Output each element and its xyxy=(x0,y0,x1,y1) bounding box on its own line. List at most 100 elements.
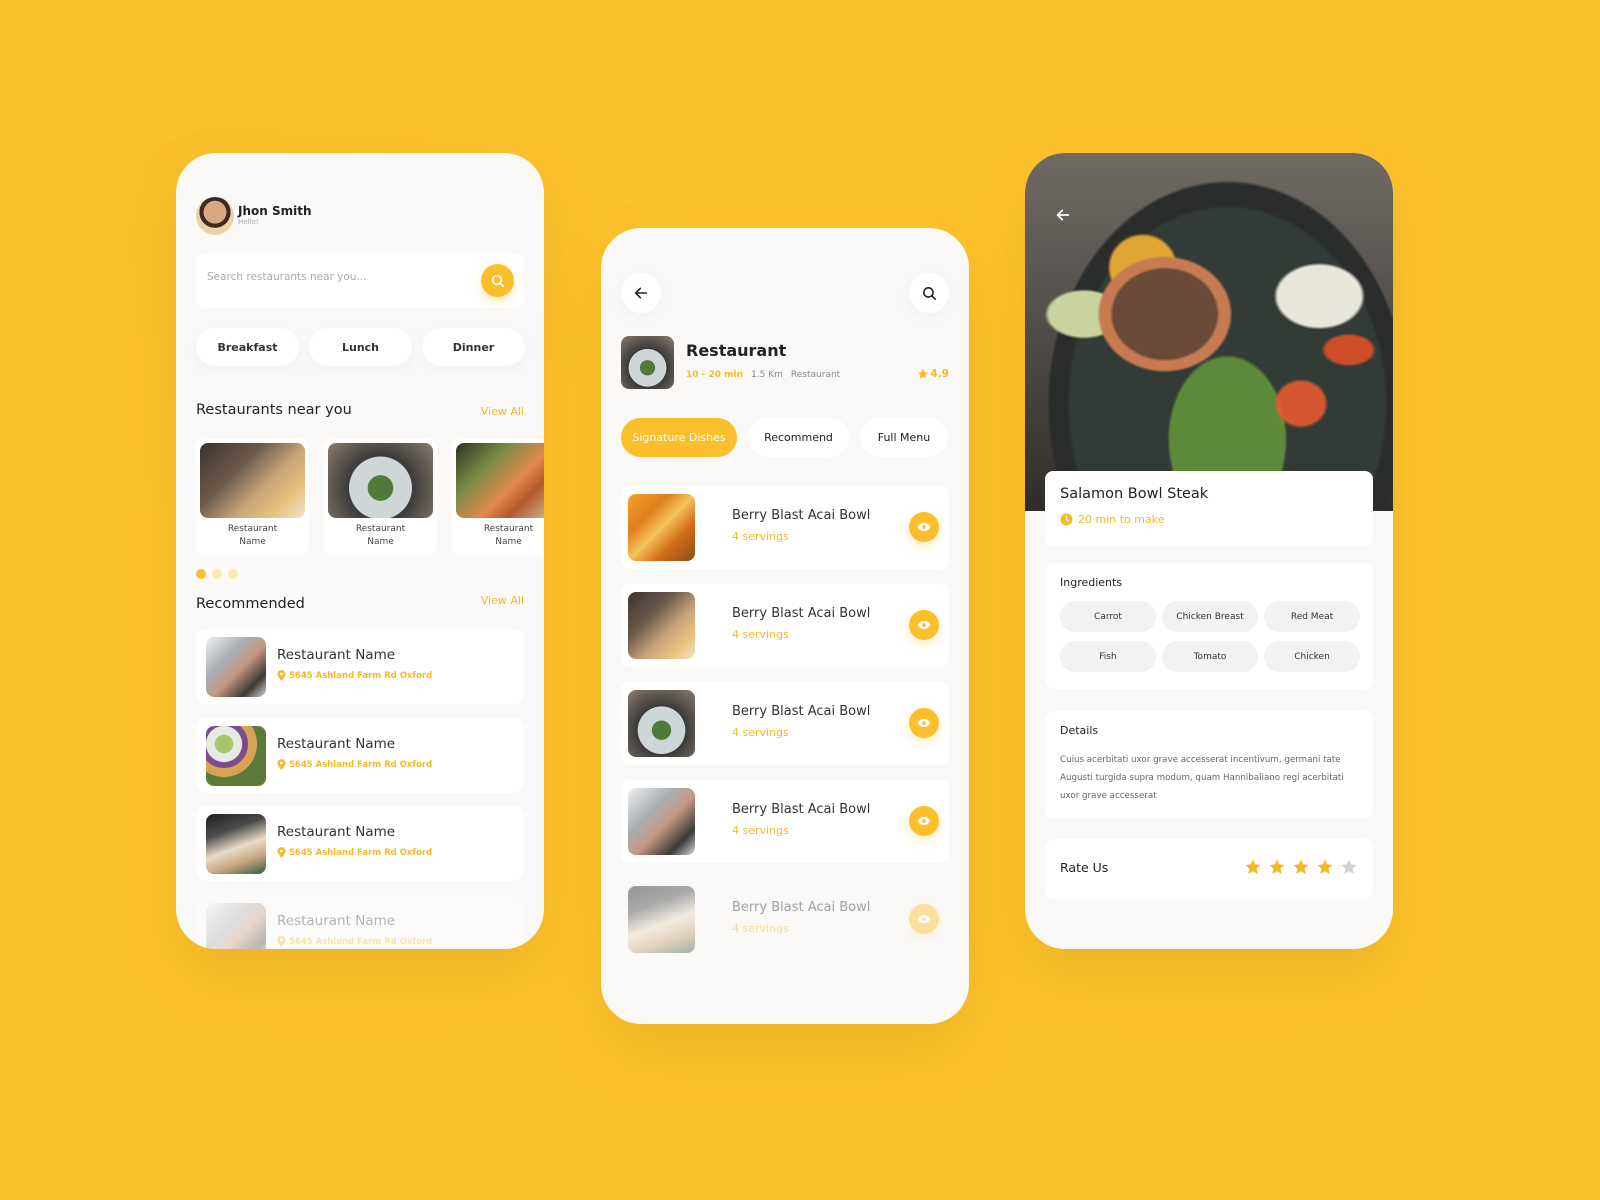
dish-name: Berry Blast Acai Bowl xyxy=(732,802,871,817)
dish-item[interactable]: Berry Blast Acai Bowl 4 servings xyxy=(621,780,949,863)
restaurant-screen: Restaurant 10 - 20 min 1.5 Km Restaurant… xyxy=(601,228,969,1024)
star-filled-icon[interactable] xyxy=(1292,858,1310,876)
dish-name: Berry Blast Acai Bowl xyxy=(732,900,871,915)
dish-image xyxy=(628,788,695,855)
rating: 4.9 xyxy=(917,368,949,380)
carousel-dot-active[interactable] xyxy=(196,569,206,579)
eye-icon xyxy=(917,522,931,532)
dish-image xyxy=(628,690,695,757)
user-greeting: Hello! xyxy=(238,218,259,226)
restaurant-type: Restaurant xyxy=(790,370,841,380)
dish-item[interactable]: Berry Blast Acai Bowl 4 servings xyxy=(621,584,949,667)
dish-item[interactable]: Berry Blast Acai Bowl 4 servings xyxy=(621,682,949,765)
recommended-item[interactable]: Restaurant Name 5645 Ashland Farm Rd Oxf… xyxy=(196,895,524,949)
eye-icon xyxy=(917,620,931,630)
clock-icon xyxy=(1060,513,1073,526)
search-input[interactable] xyxy=(207,271,467,283)
star-filled-icon[interactable] xyxy=(1316,858,1334,876)
tab-signature-dishes[interactable]: Signature Dishes xyxy=(621,418,737,457)
rating-value: 4.9 xyxy=(930,368,949,380)
dish-servings: 4 servings xyxy=(732,922,789,935)
ingredient-chip[interactable]: Carrot xyxy=(1060,601,1156,632)
dish-name: Berry Blast Acai Bowl xyxy=(732,606,871,621)
dish-image xyxy=(628,592,695,659)
dish-title: Salamon Bowl Steak xyxy=(1060,486,1209,502)
dish-item[interactable]: Berry Blast Acai Bowl 4 servings xyxy=(621,486,949,569)
restaurant-address: 5645 Ashland Farm Rd Oxford xyxy=(289,847,433,858)
near-you-title: Restaurants near you xyxy=(196,402,352,418)
star-filled-icon[interactable] xyxy=(1244,858,1262,876)
near-restaurant-card[interactable]: Restaurant Name xyxy=(452,439,544,555)
restaurant-image xyxy=(206,903,266,949)
prep-time: 20 min to make xyxy=(1078,513,1165,526)
home-screen: Jhon Smith Hello! Breakfast Lunch Dinner… xyxy=(176,153,544,949)
ingredient-chip[interactable]: Tomato xyxy=(1162,641,1258,672)
back-button[interactable] xyxy=(1055,207,1071,227)
recommended-item[interactable]: Restaurant Name 5645 Ashland Farm Rd Oxf… xyxy=(196,718,524,793)
dish-servings: 4 servings xyxy=(732,726,789,739)
near-restaurant-card[interactable]: Restaurant Name xyxy=(324,439,437,555)
view-dish-button[interactable] xyxy=(909,806,939,836)
recommended-item[interactable]: Restaurant Name 5645 Ashland Farm Rd Oxf… xyxy=(196,629,524,704)
distance: 1.5 Km xyxy=(751,370,783,380)
ingredient-chip[interactable]: Chicken xyxy=(1264,641,1360,672)
ingredient-chip[interactable]: Fish xyxy=(1060,641,1156,672)
view-dish-button[interactable] xyxy=(909,610,939,640)
restaurant-address: 5645 Ashland Farm Rd Oxford xyxy=(289,936,433,947)
eye-icon xyxy=(917,914,931,924)
dish-image xyxy=(628,886,695,953)
filter-breakfast[interactable]: Breakfast xyxy=(196,328,299,366)
dish-servings: 4 servings xyxy=(732,628,789,641)
restaurant-name: Restaurant Name xyxy=(277,913,396,929)
restaurant-name-line2: Name xyxy=(239,537,266,547)
restaurant-image xyxy=(206,637,266,697)
restaurant-address: 5645 Ashland Farm Rd Oxford xyxy=(289,670,433,681)
details-title: Details xyxy=(1060,724,1099,737)
dish-hero-image xyxy=(1025,153,1393,511)
restaurant-image xyxy=(456,443,544,518)
filter-dinner[interactable]: Dinner xyxy=(422,328,525,366)
restaurant-name: Restaurant Name xyxy=(277,736,396,752)
restaurant-name: Restaurant xyxy=(355,524,406,534)
delivery-time: 10 - 20 min xyxy=(686,370,744,380)
dish-servings: 4 servings xyxy=(732,530,789,543)
user-avatar[interactable] xyxy=(196,197,234,235)
restaurant-image xyxy=(206,726,266,786)
carousel-dot[interactable] xyxy=(212,569,222,579)
near-restaurant-card[interactable]: Restaurant Name xyxy=(196,439,309,555)
view-dish-button[interactable] xyxy=(909,904,939,934)
carousel-dot[interactable] xyxy=(228,569,238,579)
near-you-view-all[interactable]: View All xyxy=(481,405,524,418)
location-pin-icon xyxy=(277,670,286,681)
tab-full-menu[interactable]: Full Menu xyxy=(860,418,948,457)
ingredient-chip[interactable]: Red Meat xyxy=(1264,601,1360,632)
view-dish-button[interactable] xyxy=(909,512,939,542)
search-button[interactable] xyxy=(481,264,514,297)
details-panel: Details Cuius acerbitati uxor grave acce… xyxy=(1045,711,1373,818)
ingredients-title: Ingredients xyxy=(1060,576,1123,589)
restaurant-address: 5645 Ashland Farm Rd Oxford xyxy=(289,759,433,770)
star-empty-icon[interactable] xyxy=(1340,858,1358,876)
restaurant-name: Restaurant xyxy=(483,524,534,534)
recommended-title: Recommended xyxy=(196,596,305,612)
ingredients-panel: Ingredients Carrot Chicken Breast Red Me… xyxy=(1045,563,1373,689)
arrow-left-icon xyxy=(634,287,648,299)
details-text: Cuius acerbitati uxor grave accesserat i… xyxy=(1060,755,1344,801)
restaurant-name: Restaurant Name xyxy=(277,824,396,840)
ingredient-chip[interactable]: Chicken Breast xyxy=(1162,601,1258,632)
search-button[interactable] xyxy=(909,273,949,313)
back-button[interactable] xyxy=(621,273,661,313)
dish-item[interactable]: Berry Blast Acai Bowl 4 servings xyxy=(621,878,949,961)
tab-recommend[interactable]: Recommend xyxy=(748,418,849,457)
recommended-view-all[interactable]: View All xyxy=(481,594,524,607)
view-dish-button[interactable] xyxy=(909,708,939,738)
location-pin-icon xyxy=(277,847,286,858)
location-pin-icon xyxy=(277,759,286,770)
recommended-item[interactable]: Restaurant Name 5645 Ashland Farm Rd Oxf… xyxy=(196,806,524,881)
search-icon xyxy=(922,286,936,300)
star-rating[interactable] xyxy=(1244,858,1358,876)
star-filled-icon[interactable] xyxy=(1268,858,1286,876)
filter-lunch[interactable]: Lunch xyxy=(309,328,412,366)
restaurant-image xyxy=(328,443,433,518)
dish-detail-screen: Salamon Bowl Steak 20 min to make Ingred… xyxy=(1025,153,1393,949)
